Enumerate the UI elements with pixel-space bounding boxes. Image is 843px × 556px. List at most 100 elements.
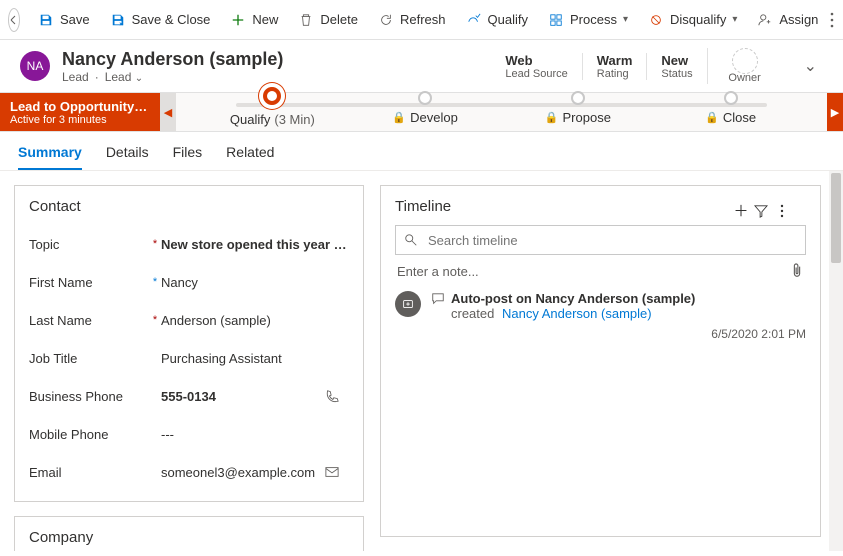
timeline-filter-button[interactable] (754, 204, 780, 218)
delete-label: Delete (320, 12, 358, 27)
entity-label: Lead (62, 70, 89, 84)
attachment-icon[interactable] (790, 263, 804, 279)
assign-label: Assign (779, 12, 818, 27)
last-name-value[interactable]: Anderson (sample) (161, 313, 349, 328)
more-icon (780, 204, 784, 218)
scrollbar-thumb[interactable] (831, 173, 841, 263)
note-placeholder: Enter a note... (397, 264, 479, 279)
timeline-card: Timeline ＋ Enter a note... (380, 185, 821, 537)
overflow-button[interactable] (828, 0, 835, 40)
stat-status[interactable]: New Status (646, 53, 706, 80)
mail-icon[interactable] (325, 465, 349, 479)
timeline-note-input[interactable]: Enter a note... (395, 255, 806, 287)
bpf-nav-next[interactable]: ▶ (827, 93, 843, 131)
back-button[interactable] (8, 8, 20, 32)
disqualify-label: Disqualify (670, 12, 726, 27)
process-label: Process (570, 12, 617, 27)
bpf-stage-qualify[interactable]: Qualify (3 Min) (196, 98, 349, 127)
qualify-button[interactable]: Qualify (456, 0, 538, 40)
timeline-heading: Timeline (395, 198, 728, 215)
refresh-icon (378, 12, 394, 28)
tab-files[interactable]: Files (173, 144, 203, 170)
delete-button[interactable]: Delete (288, 0, 368, 40)
business-process-flow: Lead to Opportunity Sale... Active for 3… (0, 92, 843, 132)
bpf-dot-active (263, 87, 281, 105)
breadcrumb: Lead · Lead ⌄ (62, 70, 479, 84)
autopost-icon (395, 291, 421, 317)
post-who[interactable]: Nancy Anderson (sample) (502, 306, 652, 321)
tab-related[interactable]: Related (226, 144, 274, 170)
left-column: Contact Topic * New store opened this ye… (14, 185, 364, 537)
topic-value[interactable]: New store opened this year - f... (161, 237, 349, 252)
contact-heading: Contact (29, 198, 349, 215)
field-job-title[interactable]: Job Title Purchasing Assistant (29, 339, 349, 377)
scrollbar[interactable] (829, 171, 843, 551)
right-column: Timeline ＋ Enter a note... (380, 185, 821, 537)
stat-owner[interactable]: Owner (707, 48, 782, 84)
bpf-process-header[interactable]: Lead to Opportunity Sale... Active for 3… (0, 93, 160, 131)
bpf-process-name: Lead to Opportunity Sale... (10, 99, 150, 114)
refresh-button[interactable]: Refresh (368, 0, 456, 40)
refresh-label: Refresh (400, 12, 446, 27)
lock-icon: 🔒 (392, 111, 406, 124)
record-header: NA Nancy Anderson (sample) Lead · Lead ⌄… (0, 40, 843, 92)
bpf-nav-prev[interactable]: ◀ (160, 93, 176, 131)
first-name-value[interactable]: Nancy (161, 275, 349, 290)
email-value[interactable]: someonel3@example.com (161, 465, 325, 480)
timeline-post[interactable]: Auto-post on Nancy Anderson (sample) cre… (395, 287, 806, 345)
bpf-active-text: Active for 3 minutes (10, 114, 150, 126)
tab-summary[interactable]: Summary (18, 144, 82, 170)
mobile-phone-value[interactable]: --- (161, 427, 349, 442)
header-stats: Web Lead Source Warm Rating New Status O… (491, 48, 781, 84)
disqualify-button[interactable]: Disqualify ▾ (638, 0, 747, 40)
timeline-search-input[interactable] (426, 232, 797, 249)
stat-rating[interactable]: Warm Rating (582, 53, 647, 80)
company-heading: Company (29, 529, 349, 546)
field-mobile-phone[interactable]: Mobile Phone --- (29, 415, 349, 453)
form-selector[interactable]: Lead ⌄ (105, 70, 143, 84)
trash-icon (298, 12, 314, 28)
assign-button[interactable]: Assign (747, 0, 828, 40)
post-time: 6/5/2020 2:01 PM (431, 327, 806, 341)
bpf-stage-propose[interactable]: 🔒Propose (502, 100, 655, 125)
search-icon (404, 233, 418, 247)
process-button[interactable]: Process ▾ (538, 0, 638, 40)
assign-icon (757, 12, 773, 28)
page-title: Nancy Anderson (sample) (62, 49, 479, 70)
bpf-stage-develop[interactable]: 🔒Develop (349, 100, 502, 125)
field-email[interactable]: Email someonel3@example.com (29, 453, 349, 491)
qualify-label: Qualify (488, 12, 528, 27)
contact-card: Contact Topic * New store opened this ye… (14, 185, 364, 502)
chevron-down-icon: ⌄ (135, 73, 143, 84)
bpf-stage-close[interactable]: 🔒Close (654, 100, 807, 125)
save-close-button[interactable]: Save & Close (100, 0, 221, 40)
chevron-down-icon: ▾ (732, 14, 737, 25)
post-title: Auto-post on Nancy Anderson (sample) (451, 291, 695, 306)
field-business-phone[interactable]: Business Phone 555-0134 (29, 377, 349, 415)
save-icon (38, 12, 54, 28)
timeline-more-button[interactable] (780, 204, 806, 218)
save-close-icon (110, 12, 126, 28)
save-button[interactable]: Save (28, 0, 100, 40)
field-topic[interactable]: Topic * New store opened this year - f..… (29, 225, 349, 263)
plus-icon (230, 12, 246, 28)
business-phone-value[interactable]: 555-0134 (161, 389, 325, 404)
stat-lead-source[interactable]: Web Lead Source (491, 53, 581, 80)
company-card: Company (14, 516, 364, 551)
process-icon (548, 12, 564, 28)
job-title-value[interactable]: Purchasing Assistant (161, 351, 349, 366)
timeline-add-button[interactable]: ＋ (728, 200, 754, 221)
new-button[interactable]: New (220, 0, 288, 40)
timeline-search[interactable] (395, 225, 806, 255)
field-last-name[interactable]: Last Name * Anderson (sample) (29, 301, 349, 339)
header-expand-button[interactable]: ⌄ (794, 56, 827, 76)
form-tabs: Summary Details Files Related (0, 132, 843, 171)
field-first-name[interactable]: First Name * Nancy (29, 263, 349, 301)
save-close-label: Save & Close (132, 12, 211, 27)
bpf-stages: Qualify (3 Min) 🔒Develop 🔒Propose 🔒Close (176, 93, 827, 131)
more-icon (830, 12, 834, 28)
phone-icon[interactable] (325, 389, 349, 403)
tab-details[interactable]: Details (106, 144, 149, 170)
back-icon (9, 15, 19, 25)
chat-icon (431, 292, 445, 306)
